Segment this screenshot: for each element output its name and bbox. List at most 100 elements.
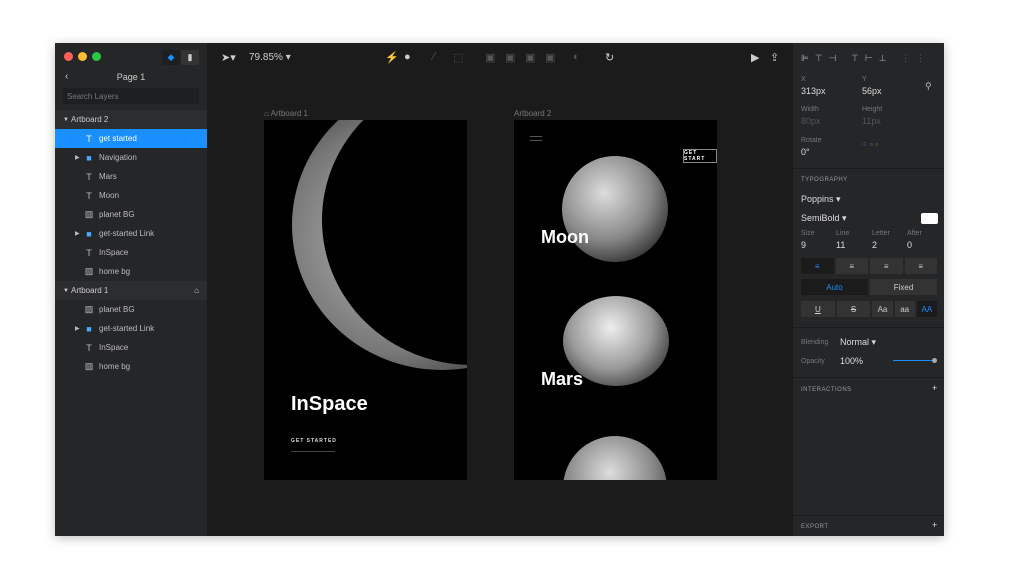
- align-left-button[interactable]: ≡: [801, 258, 834, 274]
- frame-icon[interactable]: ⬚: [453, 51, 463, 64]
- maximize-button[interactable]: [92, 52, 101, 61]
- canvas[interactable]: ➤▾ 79.85% ▾ ⚡ ● ⁄ ⬚ ▣ ▣ ▣ ▣ ◐ ↻ ▶ ⇪ ⌂ Ar…: [207, 43, 793, 536]
- y-value[interactable]: 56px: [862, 86, 882, 96]
- align-right-button[interactable]: ≡: [870, 258, 903, 274]
- layer-item[interactable]: ▨ home bg: [55, 262, 207, 281]
- mars-label: Mars: [541, 369, 584, 389]
- moon-label: Moon: [541, 227, 589, 247]
- artboard-2[interactable]: GET START Moon Mars: [514, 120, 717, 480]
- select-tool-icon[interactable]: ➤▾: [221, 51, 236, 64]
- letter-value[interactable]: 2: [872, 240, 877, 250]
- y-label: Y: [862, 76, 867, 83]
- artboard1-label[interactable]: ⌂ Artboard 1: [264, 109, 308, 118]
- artboard-1[interactable]: InSpace GET STARTED: [264, 120, 467, 480]
- anchor-point-icon[interactable]: ⁘ ▫ ▫: [861, 140, 878, 149]
- typography-heading: TYPOGRAPHY: [801, 177, 848, 183]
- line-value[interactable]: 11: [836, 240, 845, 250]
- play-icon[interactable]: ▶: [751, 51, 759, 64]
- layer-item[interactable]: ▼ Artboard 1 ⌂: [55, 281, 207, 300]
- opacity-slider[interactable]: [893, 358, 937, 363]
- pen-icon[interactable]: ⁄: [433, 51, 435, 63]
- boolean-intersect-icon[interactable]: ▣: [525, 51, 535, 64]
- home-icon[interactable]: ⌂: [194, 286, 199, 295]
- get-started-button[interactable]: GET START: [683, 149, 717, 163]
- layer-item[interactable]: ▨ home bg: [55, 357, 207, 376]
- expand-icon[interactable]: ▶: [75, 230, 83, 237]
- after-value[interactable]: 0: [907, 240, 912, 250]
- inspace-title: InSpace: [291, 393, 368, 415]
- layer-item[interactable]: ▶ ■ Navigation: [55, 148, 207, 167]
- blending-dropdown[interactable]: Normal ▾: [840, 337, 876, 348]
- boolean-subtract-icon[interactable]: ▣: [505, 51, 515, 64]
- justify-button[interactable]: ≡: [904, 258, 937, 274]
- assets-icon[interactable]: ▮: [181, 50, 199, 65]
- text-layer-icon: T: [86, 133, 92, 144]
- artboard2-label[interactable]: Artboard 2: [514, 109, 551, 118]
- height-value[interactable]: 11px: [862, 116, 881, 126]
- add-interaction-icon[interactable]: +: [932, 383, 937, 393]
- page-title: Page 1: [116, 72, 146, 82]
- opacity-label: Opacity: [801, 358, 825, 365]
- width-value[interactable]: 80px: [801, 116, 821, 126]
- text-layer-icon: T: [86, 190, 92, 201]
- rotate-value[interactable]: 0°: [801, 147, 810, 157]
- layer-item[interactable]: ▶ ■ get-started Link: [55, 224, 207, 243]
- layer-label: planet BG: [99, 210, 135, 219]
- layer-item[interactable]: T Moon: [55, 186, 207, 205]
- app-window: ◆ ▮ ‹ Page 1 ▼Artboard 2Tget started▶■Na…: [55, 43, 944, 536]
- underline-button[interactable]: U: [801, 301, 835, 317]
- layer-item[interactable]: T InSpace: [55, 338, 207, 357]
- layer-item[interactable]: T InSpace: [55, 243, 207, 262]
- expand-icon[interactable]: ▶: [75, 154, 83, 161]
- font-family-dropdown[interactable]: Poppins ▾: [801, 194, 841, 205]
- settings-icon[interactable]: ●: [404, 51, 411, 63]
- align-center-button[interactable]: ≡: [835, 258, 868, 274]
- planet-image: [563, 436, 667, 480]
- boolean-union-icon[interactable]: ▣: [485, 51, 495, 64]
- minimize-button[interactable]: [78, 52, 87, 61]
- get-started-link[interactable]: GET STARTED: [291, 438, 337, 444]
- search-layers-input[interactable]: [63, 88, 199, 104]
- close-button[interactable]: [64, 52, 73, 61]
- size-value[interactable]: 9: [801, 240, 806, 250]
- export-heading: EXPORT: [801, 524, 829, 530]
- strikethrough-button[interactable]: S: [836, 301, 871, 317]
- add-export-icon[interactable]: +: [932, 520, 937, 530]
- zoom-dropdown[interactable]: 79.85% ▾: [249, 52, 291, 63]
- refresh-icon[interactable]: ↻: [605, 51, 614, 64]
- case-upper-button[interactable]: AA: [916, 301, 937, 317]
- fixed-button[interactable]: Fixed: [870, 279, 937, 295]
- line-label: Line: [836, 230, 850, 237]
- layer-label: Artboard 2: [71, 115, 109, 124]
- layers-icon[interactable]: ◆: [162, 50, 180, 65]
- layer-item[interactable]: ▶ ■ get-started Link: [55, 319, 207, 338]
- boolean-exclude-icon[interactable]: ▣: [545, 51, 555, 64]
- layer-label: home bg: [99, 267, 131, 276]
- x-value[interactable]: 313px: [801, 86, 826, 96]
- lightning-icon[interactable]: ⚡: [385, 51, 399, 64]
- layer-label: Mars: [99, 172, 117, 181]
- align-tools[interactable]: ⊫⊤⊣ ⊤⊢⊥ ⋮⋮: [801, 53, 931, 64]
- case-title-button[interactable]: Aa: [872, 301, 893, 317]
- mask-icon[interactable]: ◐: [573, 51, 580, 63]
- auto-button[interactable]: Auto: [801, 279, 868, 295]
- layer-label: planet BG: [99, 305, 135, 314]
- opacity-value[interactable]: 100%: [840, 356, 863, 366]
- layer-item[interactable]: T Mars: [55, 167, 207, 186]
- font-weight-dropdown[interactable]: SemiBold ▾: [801, 213, 847, 224]
- expand-icon[interactable]: ▶: [75, 325, 83, 332]
- layer-item[interactable]: ▨ planet BG: [55, 300, 207, 319]
- case-lower-button[interactable]: aa: [894, 301, 915, 317]
- image-icon: ▨: [84, 266, 94, 276]
- image-icon: ▨: [84, 304, 94, 314]
- layer-item[interactable]: ▨ planet BG: [55, 205, 207, 224]
- text-color-swatch[interactable]: [921, 213, 938, 224]
- menu-icon[interactable]: [530, 136, 542, 141]
- eyedropper-icon[interactable]: ⚲: [925, 81, 932, 92]
- layer-label: Artboard 1: [71, 286, 109, 295]
- share-icon[interactable]: ⇪: [770, 51, 779, 64]
- layer-label: get started: [99, 134, 137, 143]
- image-icon: ▨: [84, 361, 94, 371]
- layer-item[interactable]: ▼ Artboard 2: [55, 110, 207, 129]
- layer-item[interactable]: Tget started: [55, 129, 207, 148]
